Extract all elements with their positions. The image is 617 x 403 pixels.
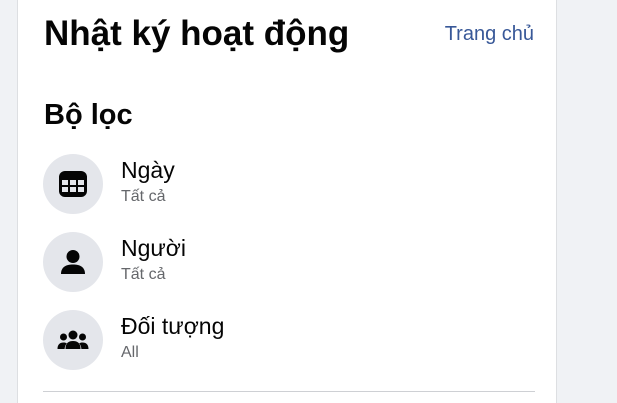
filter-list: Ngày Tất cả Người Tất cả Đối tượng All	[43, 153, 535, 387]
home-link[interactable]: Trang chủ	[445, 22, 534, 46]
page: Nhật ký hoạt động Trang chủ Bộ lọc Ngày …	[0, 0, 617, 403]
filter-value-date: Tất cả	[121, 188, 166, 205]
person-icon	[43, 232, 103, 292]
filter-item-person[interactable]: Người Tất cả	[43, 231, 535, 309]
filter-value-audience: All	[121, 344, 139, 361]
activity-log-panel: Nhật ký hoạt động Trang chủ Bộ lọc Ngày …	[17, 0, 557, 403]
filter-item-audience[interactable]: Đối tượng All	[43, 309, 535, 387]
filter-value-person: Tất cả	[121, 266, 166, 283]
filter-text: Người Tất cả	[121, 231, 186, 285]
group-icon	[43, 310, 103, 370]
filter-item-date[interactable]: Ngày Tất cả	[43, 153, 535, 231]
calendar-icon	[43, 154, 103, 214]
filter-text: Ngày Tất cả	[121, 153, 175, 207]
filter-label-date: Ngày	[121, 157, 175, 183]
filter-label-person: Người	[121, 235, 186, 261]
filter-section-title: Bộ lọc	[44, 99, 133, 131]
page-title: Nhật ký hoạt động	[44, 14, 350, 53]
filter-label-audience: Đối tượng	[121, 313, 225, 339]
divider	[43, 391, 535, 392]
filter-text: Đối tượng All	[121, 309, 224, 363]
